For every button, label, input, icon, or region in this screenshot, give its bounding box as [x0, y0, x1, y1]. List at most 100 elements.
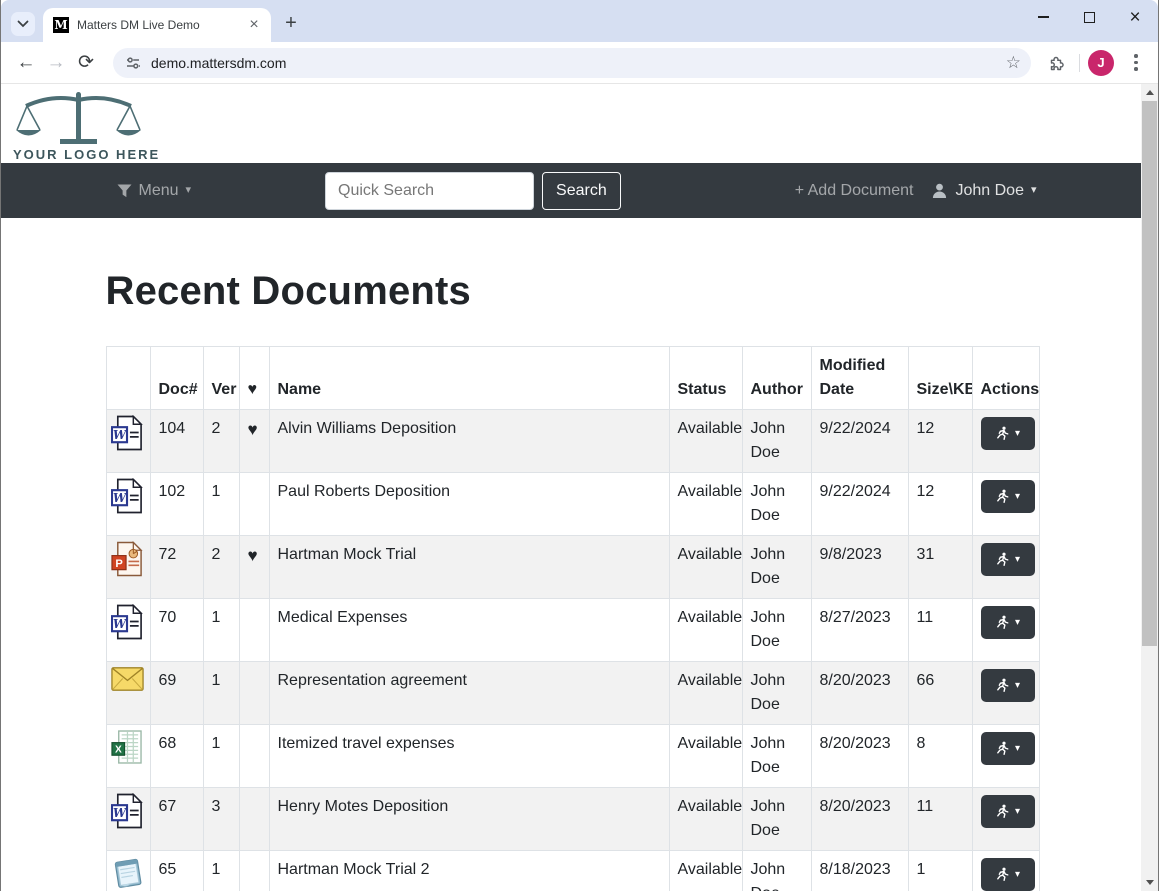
author-cell: John Doe [742, 410, 811, 473]
chevron-down-icon [17, 20, 29, 28]
chevron-down-icon: ▾ [1031, 185, 1037, 196]
version-cell: 3 [203, 788, 239, 851]
version-cell: 1 [203, 662, 239, 725]
favorite-cell [239, 599, 269, 662]
scrollbar-thumb[interactable] [1142, 101, 1157, 646]
window-controls: × [1020, 0, 1158, 34]
browser-menu-button[interactable] [1122, 49, 1150, 77]
favorite-cell: ♥ [239, 410, 269, 473]
actions-cell: ▾ [972, 599, 1039, 662]
version-cell: 2 [203, 410, 239, 473]
scroll-up-button[interactable] [1141, 84, 1158, 101]
user-menu-dropdown[interactable]: John Doe ▾ [931, 182, 1036, 200]
back-button[interactable]: ← [11, 48, 41, 78]
version-cell: 1 [203, 851, 239, 891]
actions-cell: ▾ [972, 662, 1039, 725]
maximize-button[interactable] [1066, 0, 1112, 34]
doc-number-cell: 72 [150, 536, 203, 599]
chevron-down-icon: ▾ [1015, 429, 1020, 439]
user-icon [931, 182, 948, 199]
profile-avatar[interactable]: J [1088, 50, 1114, 76]
browser-tab[interactable]: M Matters DM Live Demo × [43, 8, 271, 42]
email-file-icon [106, 662, 150, 725]
size-cell: 31 [908, 536, 972, 599]
run-action-icon [995, 615, 1010, 630]
actions-cell: ▾ [972, 473, 1039, 536]
filter-funnel-icon [117, 184, 132, 198]
page-viewport: YOUR LOGO HERE Menu ▾ Search + [1, 84, 1158, 891]
triangle-down-icon [1146, 880, 1154, 885]
status-cell: Available [669, 473, 742, 536]
puzzle-icon [1047, 54, 1065, 72]
name-column-header: Name [269, 347, 669, 410]
document-name-cell: Representation agreement [269, 662, 669, 725]
tab-title: Matters DM Live Demo [77, 18, 237, 32]
page-scrollbar[interactable] [1141, 84, 1158, 891]
size-cell: 1 [908, 851, 972, 891]
run-action-icon [995, 741, 1010, 756]
word-file-icon: W [106, 473, 150, 536]
address-bar[interactable]: demo.mattersdm.com ☆ [113, 48, 1031, 78]
powerpoint-file-icon: P [106, 536, 150, 599]
scroll-down-button[interactable] [1141, 874, 1158, 891]
modified-date-cell: 8/20/2023 [811, 788, 908, 851]
forward-button[interactable]: → [41, 48, 71, 78]
document-actions-button[interactable]: ▾ [981, 606, 1035, 639]
url-text[interactable]: demo.mattersdm.com [151, 55, 996, 71]
extensions-button[interactable] [1041, 48, 1071, 78]
site-logo[interactable]: YOUR LOGO HERE [13, 90, 145, 162]
modified-date-cell: 9/8/2023 [811, 536, 908, 599]
chevron-down-icon: ▾ [1015, 681, 1020, 691]
excel-file-icon: X [106, 725, 150, 788]
status-cell: Available [669, 788, 742, 851]
document-actions-button[interactable]: ▾ [981, 858, 1035, 891]
word-file-icon: W [106, 599, 150, 662]
document-name-cell: Alvin Williams Deposition [269, 410, 669, 473]
close-icon: × [1129, 8, 1140, 27]
document-actions-button[interactable]: ▾ [981, 480, 1035, 513]
document-name-cell: Henry Motes Deposition [269, 788, 669, 851]
scales-of-justice-icon [16, 90, 142, 146]
notepad-file-icon [106, 851, 150, 891]
site-settings-icon[interactable] [125, 55, 141, 71]
favorite-cell [239, 851, 269, 891]
document-row: 651Hartman Mock Trial 2AvailableJohn Doe… [106, 851, 1039, 891]
document-actions-button[interactable]: ▾ [981, 732, 1035, 765]
search-button[interactable]: Search [542, 172, 621, 210]
modified-date-cell: 8/20/2023 [811, 725, 908, 788]
author-cell: John Doe [742, 788, 811, 851]
tab-search-button[interactable] [11, 12, 35, 36]
chevron-down-icon: ▾ [1015, 618, 1020, 628]
bookmark-star-icon[interactable]: ☆ [1006, 53, 1021, 73]
document-actions-button[interactable]: ▾ [981, 669, 1035, 702]
favorite-heart-icon: ♥ [248, 546, 258, 565]
document-row: W1021Paul Roberts DepositionAvailableJoh… [106, 473, 1039, 536]
document-actions-button[interactable]: ▾ [981, 795, 1035, 828]
add-document-button[interactable]: + Add Document [795, 182, 914, 200]
doc-number-cell: 70 [150, 599, 203, 662]
site-header: YOUR LOGO HERE [1, 84, 1143, 163]
tab-close-icon[interactable]: × [245, 16, 263, 34]
new-tab-button[interactable]: + [277, 10, 305, 38]
favorite-cell [239, 788, 269, 851]
close-button[interactable]: × [1112, 0, 1158, 34]
browser-window: M Matters DM Live Demo × + × ← → ⟳ demo.… [0, 0, 1159, 891]
document-actions-button[interactable]: ▾ [981, 543, 1035, 576]
navbar-right: + Add Document John Doe ▾ [795, 182, 1037, 200]
status-column-header: Status [669, 347, 742, 410]
page-title: Recent Documents [106, 269, 1039, 314]
document-row: W673Henry Motes DepositionAvailableJohn … [106, 788, 1039, 851]
chevron-down-icon: ▾ [1015, 807, 1020, 817]
doc-number-column-header: Doc# [150, 347, 203, 410]
reload-button[interactable]: ⟳ [71, 48, 101, 78]
status-cell: Available [669, 410, 742, 473]
author-cell: John Doe [742, 473, 811, 536]
run-action-icon [995, 489, 1010, 504]
minimize-button[interactable] [1020, 0, 1066, 34]
version-cell: 1 [203, 473, 239, 536]
doc-number-cell: 102 [150, 473, 203, 536]
svg-text:P: P [115, 558, 123, 570]
document-actions-button[interactable]: ▾ [981, 417, 1035, 450]
size-cell: 11 [908, 599, 972, 662]
quick-search-input[interactable] [325, 172, 534, 210]
